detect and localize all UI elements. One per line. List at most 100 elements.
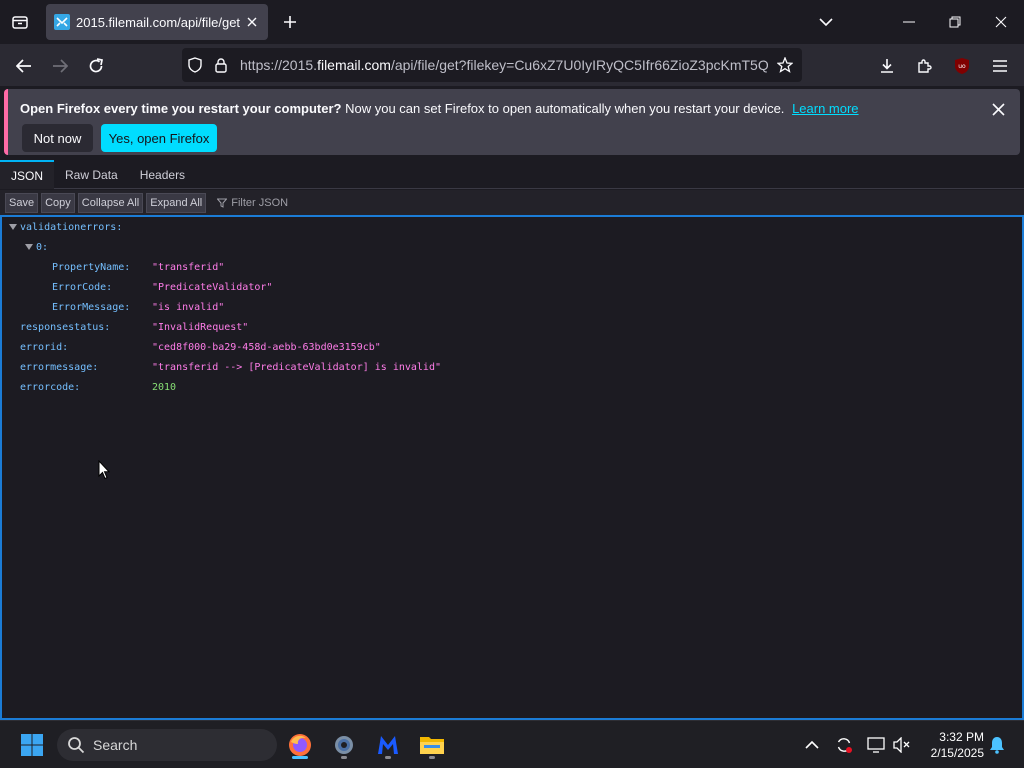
settings-icon[interactable] <box>327 728 361 762</box>
tab-json[interactable]: JSON <box>0 160 55 189</box>
json-value: "is invalid" <box>152 300 224 314</box>
json-viewer-tabs: JSON Raw Data Headers <box>0 160 1024 189</box>
mouse-cursor-icon <box>98 459 111 485</box>
url-prefix: https://2015. <box>240 57 318 73</box>
json-value: "transferid" <box>152 260 224 274</box>
notification-title: Open Firefox every time you restart your… <box>20 101 342 116</box>
star-icon[interactable] <box>772 52 798 78</box>
forward-icon[interactable] <box>46 52 74 80</box>
navigation-bar: https://2015.filemail.com/api/file/get?f… <box>0 44 1024 86</box>
filter-json-input[interactable]: Filter JSON <box>217 197 288 209</box>
json-string: "transferid --> [PredicateValidator] is … <box>152 361 441 373</box>
json-panel: validationerrors: 0: PropertyName: "tran… <box>0 215 1024 720</box>
json-row[interactable]: ErrorMessage: <box>52 300 130 314</box>
json-key: 0: <box>36 241 49 253</box>
filter-icon <box>217 198 228 208</box>
restore-icon[interactable] <box>932 6 978 38</box>
close-icon[interactable] <box>988 99 1008 119</box>
close-icon[interactable] <box>244 14 260 30</box>
collapse-all-button[interactable]: Collapse All <box>77 192 144 213</box>
notification-bar: Open Firefox every time you restart your… <box>4 89 1020 155</box>
bell-icon[interactable] <box>987 735 1007 755</box>
json-key: errorid: <box>20 341 69 353</box>
yes-open-firefox-button[interactable]: Yes, open Firefox <box>101 124 217 152</box>
shield-icon[interactable] <box>182 52 208 78</box>
taskbar: Search 3:32 PM 2/15/2025 <box>0 720 1024 768</box>
filemail-favicon <box>54 14 70 30</box>
lock-icon[interactable] <box>208 52 234 78</box>
json-key: errorcode: <box>20 381 81 393</box>
save-button[interactable]: Save <box>5 192 39 213</box>
app-indicator <box>341 756 347 759</box>
search-icon <box>67 736 85 754</box>
system-clock[interactable]: 3:32 PM 2/15/2025 <box>918 729 984 761</box>
copy-button[interactable]: Copy <box>41 192 75 213</box>
menu-icon[interactable] <box>986 52 1014 80</box>
ublock-icon[interactable]: uo <box>948 52 976 80</box>
taskbar-search[interactable]: Search <box>57 729 277 761</box>
filter-placeholder: Filter JSON <box>231 196 289 209</box>
tab-headers[interactable]: Headers <box>129 160 196 189</box>
json-string: "ced8f000-ba29-458d-aebb-63bd0e3159cb" <box>152 341 381 353</box>
extensions-icon[interactable] <box>910 52 938 80</box>
clock-date: 2/15/2025 <box>930 746 984 760</box>
tab-raw-data[interactable]: Raw Data <box>54 160 129 189</box>
json-row[interactable]: PropertyName: <box>52 260 130 274</box>
learn-more-link[interactable]: Learn more <box>792 101 858 116</box>
clock-time: 3:32 PM <box>939 730 984 744</box>
json-row[interactable]: errorid: <box>20 340 68 354</box>
plus-icon[interactable] <box>278 10 302 34</box>
tab-strip: 2015.filemail.com/api/file/get?filekey=C… <box>0 0 1024 44</box>
json-row[interactable]: ErrorCode: <box>52 280 112 294</box>
json-toolbar: Save Copy Collapse All Expand All Filter… <box>0 190 1024 215</box>
json-row[interactable]: responsestatus: <box>20 320 110 334</box>
firefox-icon[interactable] <box>283 728 317 762</box>
json-key: PropertyName: <box>52 261 131 273</box>
windows-start-icon[interactable] <box>15 728 49 762</box>
download-icon[interactable] <box>873 52 901 80</box>
json-key: validationerrors: <box>20 221 123 233</box>
json-key: ErrorCode: <box>52 281 113 293</box>
url-path: /api/file/get?filekey=Cu6xZ7U0IyIRyQC5If… <box>390 57 768 73</box>
expand-triangle-icon[interactable] <box>8 220 17 234</box>
json-string: "is invalid" <box>152 301 225 313</box>
json-string: "transferid" <box>152 261 225 273</box>
json-value: "ced8f000-ba29-458d-aebb-63bd0e3159cb" <box>152 340 381 354</box>
json-key: errormessage: <box>20 361 99 373</box>
back-icon[interactable] <box>10 52 38 80</box>
url-bar[interactable]: https://2015.filemail.com/api/file/get?f… <box>182 48 802 82</box>
json-value: "transferid --> [PredicateValidator] is … <box>152 360 441 374</box>
app-indicator <box>429 756 435 759</box>
svg-text:uo: uo <box>958 63 966 70</box>
active-app-indicator <box>292 756 308 759</box>
network-icon[interactable] <box>866 735 886 755</box>
minimize-icon[interactable] <box>886 6 932 38</box>
expand-all-button[interactable]: Expand All <box>146 192 207 213</box>
volume-muted-icon[interactable] <box>892 735 912 755</box>
json-row[interactable]: errormessage: <box>20 360 98 374</box>
json-row[interactable]: errorcode: <box>20 380 80 394</box>
url-text[interactable]: https://2015.filemail.com/api/file/get?f… <box>240 57 768 73</box>
chevron-down-icon[interactable] <box>814 10 838 34</box>
json-row[interactable]: validationerrors: <box>8 220 122 234</box>
file-explorer-icon[interactable] <box>415 728 449 762</box>
reload-icon[interactable] <box>82 52 110 80</box>
app-indicator <box>385 756 391 759</box>
json-value: "PredicateValidator" <box>152 280 272 294</box>
json-number: 2010 <box>152 381 177 393</box>
tab-list-icon[interactable] <box>8 10 32 34</box>
browser-tab[interactable]: 2015.filemail.com/api/file/get?filekey=C… <box>46 4 268 40</box>
malwarebytes-icon[interactable] <box>371 728 405 762</box>
expand-triangle-icon[interactable] <box>24 240 33 254</box>
json-string: "InvalidRequest" <box>152 321 249 333</box>
chevron-up-icon[interactable] <box>802 735 822 755</box>
url-host: filemail.com <box>317 57 391 73</box>
json-row[interactable]: 0: <box>24 240 48 254</box>
tab-title: 2015.filemail.com/api/file/get?filekey=C… <box>76 14 240 30</box>
json-value: "InvalidRequest" <box>152 320 248 334</box>
notification-message: Open Firefox every time you restart your… <box>20 101 859 116</box>
close-window-icon[interactable] <box>978 6 1024 38</box>
not-now-button[interactable]: Not now <box>22 124 93 152</box>
notification-body: Now you can set Firefox to open automati… <box>341 101 785 116</box>
sync-icon[interactable] <box>834 735 854 755</box>
